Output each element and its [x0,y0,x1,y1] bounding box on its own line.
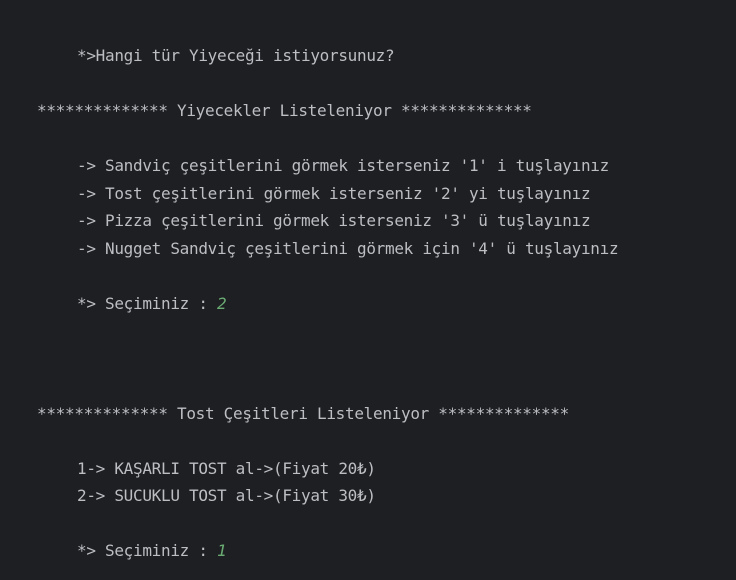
option-toast: -> Tost çeşitlerini görmek isterseniz '2… [77,184,591,203]
selection-prompt: *> Seçiminiz : [77,294,217,313]
selection-prompt: *> Seçiminiz : [77,541,217,560]
food-list-header: ************** Yiyecekler Listeleniyor *… [37,101,532,120]
selection-line-2: *> Seçiminiz : 1 [77,541,227,561]
selection-input-value: 1 [217,541,227,560]
food-type-question: *>Hangi tür Yiyeceği istiyorsunuz? [77,46,395,65]
option-pizza: -> Pizza çeşitlerini görmek isterseniz '… [77,211,591,230]
toast-list-header: ************** Tost Çeşitleri Listeleniy… [37,404,569,423]
option-sandwich: -> Sandviç çeşitlerini görmek isterseniz… [77,156,609,175]
toast-item-kasarli: 1-> KAŞARLI TOST al->(Fiyat 20₺) [77,459,376,478]
console-output: *>Hangi tür Yiyeceği istiyorsunuz? *****… [0,0,736,580]
toast-item-sucuklu: 2-> SUCUKLU TOST al->(Fiyat 30₺) [77,486,376,505]
option-nugget-sandwich: -> Nugget Sandviç çeşitlerini görmek içi… [77,239,619,258]
selection-input-value: 2 [217,294,227,313]
selection-line-1: *> Seçiminiz : 2 [77,294,227,314]
